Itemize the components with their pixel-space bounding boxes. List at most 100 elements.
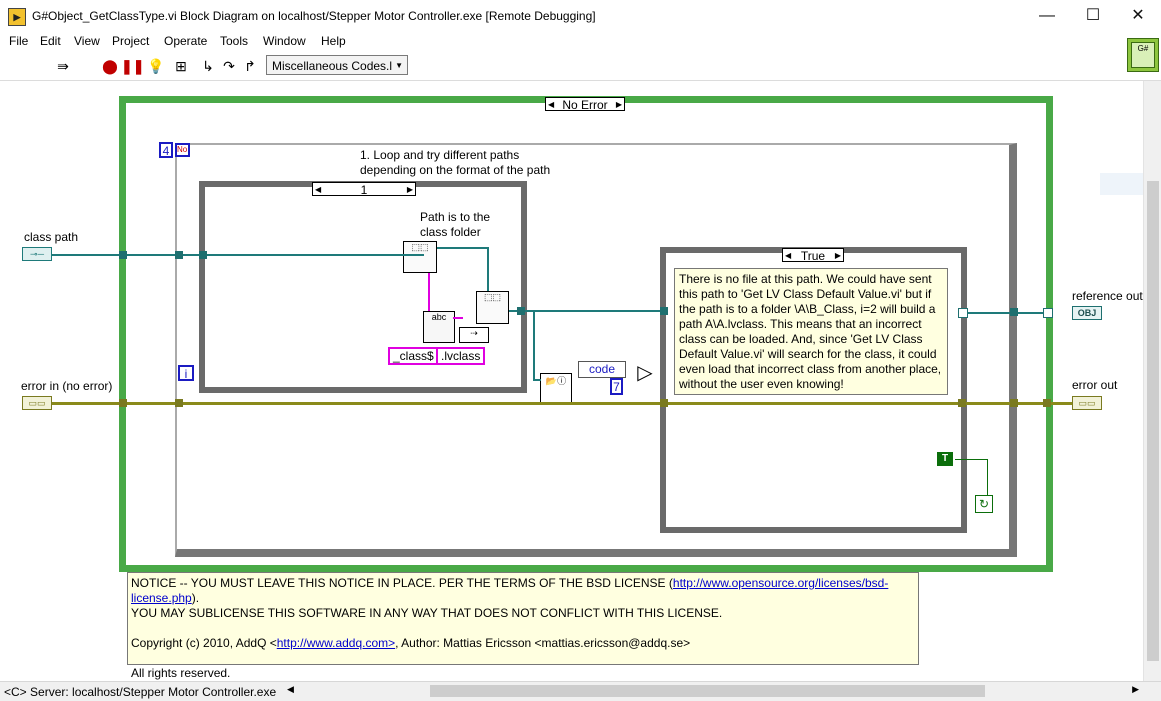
menu-help[interactable]: Help	[317, 34, 350, 48]
scroll-right-icon[interactable]: ▶	[1132, 684, 1139, 695]
class-string-constant: _class$	[388, 347, 439, 365]
path-wire	[533, 310, 535, 380]
window-title: G#Object_GetClassType.vi Block Diagram o…	[32, 9, 596, 23]
loop-comment: 1. Loop and try different paths dependin…	[360, 148, 551, 177]
file-check-case-selector[interactable]: ◀ True ▶	[782, 248, 844, 263]
decrement-arrow-icon[interactable]: ◀	[315, 183, 321, 197]
class-path-case-tunnel	[199, 251, 207, 259]
text-settings-dropdown[interactable]: Miscellaneous Codes.l ▼	[266, 55, 408, 75]
toolbar: ⇛ ⬤ ❚❚ 💡 ⊞ ↳ ↷ ↱	[0, 52, 1161, 81]
vertical-scroll-thumb[interactable]	[1147, 181, 1159, 661]
minimize-button[interactable]: —	[1024, 0, 1070, 32]
menu-bar: File Edit View Project Operate Tools Win…	[0, 32, 1161, 52]
class-path-loop-tunnel	[175, 251, 183, 259]
menu-file[interactable]: File	[5, 34, 32, 48]
scroll-left-icon[interactable]: ◀	[287, 684, 294, 695]
menu-edit[interactable]: Edit	[36, 34, 65, 48]
file-info-icon[interactable]: 📂ⓘ	[540, 373, 572, 405]
error-case-selector-label: No Error	[562, 98, 608, 112]
error-wire	[52, 402, 1052, 405]
increment-arrow-icon[interactable]: ▶	[407, 183, 413, 197]
step-over-icon[interactable]: ↷	[220, 57, 238, 75]
true-constant: T	[937, 452, 953, 466]
pause-icon[interactable]: ❚❚	[121, 57, 144, 75]
ref-case-tunnel	[1043, 308, 1053, 318]
notice-line-2: YOU MAY SUBLICENSE THIS SOFTWARE IN ANY …	[131, 606, 723, 620]
concatenate-strings-icon[interactable]: abc	[423, 311, 455, 343]
error-wire	[1052, 402, 1074, 405]
notice-line-4: All rights reserved.	[131, 666, 231, 680]
reference-out-indicator[interactable]: OBJ	[1072, 306, 1102, 320]
vertical-scrollbar[interactable]	[1143, 81, 1161, 681]
text-settings-value: Miscellaneous Codes.l	[272, 59, 393, 73]
increment-arrow-icon[interactable]: ▶	[835, 249, 841, 263]
menu-view[interactable]: View	[70, 34, 104, 48]
boolean-wire	[987, 459, 988, 495]
chevron-down-icon: ▼	[395, 61, 403, 70]
notice-line-3: Copyright (c) 2010, AddQ <http://www.add…	[131, 636, 691, 650]
iteration-terminal: i	[178, 365, 194, 381]
loop-stop-icon: ↻	[975, 495, 993, 513]
reference-out-label: reference out	[1072, 289, 1143, 303]
step-out-icon[interactable]: ↱	[241, 57, 259, 75]
lvclass-string-constant: .lvclass	[436, 347, 486, 365]
path-case-selector-label: 1	[360, 183, 368, 197]
equal-compare-icon[interactable]: ▷	[633, 363, 657, 385]
menu-operate[interactable]: Operate	[160, 34, 211, 48]
highlight-execution-icon[interactable]: 💡	[147, 57, 165, 75]
error-in-control[interactable]: ▭▭	[22, 396, 52, 410]
path-out-tunnel	[517, 307, 525, 315]
class-path-control[interactable]: ⊸─	[22, 247, 52, 261]
horizontal-scroll-thumb[interactable]	[430, 685, 985, 697]
string-wire	[453, 317, 463, 319]
ref-loop-tunnel	[1010, 308, 1018, 316]
error-true-tunnel	[660, 399, 668, 407]
vi-connector-icon[interactable]: G#	[1127, 38, 1159, 72]
menu-tools[interactable]: Tools	[216, 34, 252, 48]
server-status: <C> Server: localhost/Stepper Motor Cont…	[4, 685, 277, 699]
license-notice: NOTICE -- YOU MUST LEAVE THIS NOTICE IN …	[127, 572, 919, 680]
increment-arrow-icon[interactable]: ▶	[616, 98, 622, 112]
path-wire	[487, 247, 489, 291]
panel-edge	[1100, 173, 1143, 195]
abort-icon[interactable]: ⬤	[101, 57, 119, 75]
class-path-label: class path	[24, 230, 79, 244]
horizontal-scrollbar[interactable]: ◀ ▶	[285, 683, 1143, 699]
ref-out-tunnel	[958, 308, 968, 318]
retain-wire-values-icon[interactable]: ⊞	[172, 57, 190, 75]
error-true-out-tunnel	[958, 399, 966, 407]
path-case-selector[interactable]: ◀ 1 ▶	[312, 182, 416, 197]
error-in-label: error in (no error)	[21, 379, 113, 393]
error-out-indicator[interactable]: ▭▭	[1072, 396, 1102, 410]
maximize-button[interactable]: ☐	[1070, 0, 1116, 32]
error-case-selector[interactable]: ◀ No Error ▶	[545, 97, 625, 112]
loop-count-terminal: 4	[159, 142, 173, 158]
title-bar: ▶ G#Object_GetClassType.vi Block Diagram…	[0, 0, 1161, 33]
close-button[interactable]: ✕	[1115, 0, 1161, 32]
addq-link[interactable]: http://www.addq.com>	[277, 636, 395, 650]
error-loop-out-tunnel	[1010, 399, 1018, 407]
notice-line-1: NOTICE -- YOU MUST LEAVE THIS NOTICE IN …	[131, 576, 889, 605]
error-case-tunnel	[119, 399, 127, 407]
true-case-comment: There is no file at this path. We could …	[674, 268, 948, 395]
error-out-label: error out	[1072, 378, 1118, 392]
strip-path-subvi-icon[interactable]: ⬚⬚	[403, 241, 437, 273]
menu-window[interactable]: Window	[259, 34, 310, 48]
code-constant: 7	[610, 378, 623, 395]
labview-vi-icon: ▶	[8, 8, 26, 26]
boolean-wire	[955, 459, 987, 460]
menu-project[interactable]: Project	[108, 34, 153, 48]
decrement-arrow-icon[interactable]: ◀	[548, 98, 554, 112]
error-loop-tunnel	[175, 399, 183, 407]
code-label: code	[588, 362, 616, 376]
string-to-path-icon[interactable]: ⇢	[459, 327, 489, 343]
class-path-wire	[204, 254, 424, 256]
error-case-out-tunnel	[1043, 399, 1051, 407]
decrement-arrow-icon[interactable]: ◀	[785, 249, 791, 263]
step-into-icon[interactable]: ↳	[199, 57, 217, 75]
build-path-subvi-icon[interactable]: ⬚⬚	[476, 291, 509, 324]
inner-comment: Path is to the class folder	[420, 210, 491, 239]
run-continuous-icon[interactable]: ⇛	[54, 57, 72, 75]
class-path-tunnel	[119, 251, 127, 259]
unbundle-code-node[interactable]: code	[578, 361, 626, 378]
